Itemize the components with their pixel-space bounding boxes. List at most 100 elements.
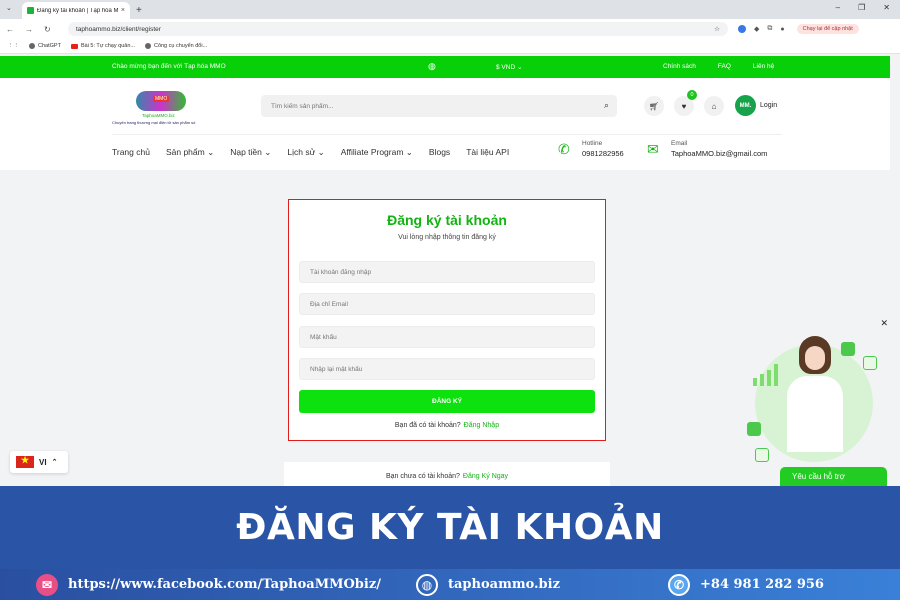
nav-home[interactable]: Trang chủ (112, 147, 150, 158)
language-globe-icon[interactable]: ◍ (428, 61, 436, 72)
hotline-block: ✆ Hotline 0981282956 (558, 140, 624, 158)
footer-phone[interactable]: ✆ +84 981 282 956 (668, 573, 824, 596)
confirm-password-field[interactable] (299, 358, 595, 380)
hotline-label: Hotline (582, 140, 603, 147)
cart-icon[interactable]: 🛒︎ (644, 96, 664, 116)
minimize-icon[interactable]: – (836, 3, 840, 12)
close-icon[interactable]: ✕ (880, 318, 888, 329)
policy-link[interactable]: Chính sách (663, 63, 696, 70)
cart-chip-icon (747, 422, 761, 436)
hotline-value[interactable]: 0981282956 (582, 149, 624, 158)
close-window-icon[interactable]: ✕ (883, 3, 890, 12)
login-link[interactable]: Login (760, 102, 777, 109)
topbar-links: Chính sách FAQ Liên hệ (663, 63, 774, 70)
bookmark-chatgpt[interactable]: ChatGPT (29, 43, 61, 49)
extension-2-icon[interactable]: ◆ (754, 25, 759, 33)
mail-icon: ✉ (36, 573, 58, 596)
browser-tabbar: ⌄ Đăng ký tài khoản | Tạp hóa M... × + –… (0, 0, 900, 19)
chatgpt-icon (29, 43, 35, 49)
nav-blogs[interactable]: Blogs (429, 147, 450, 158)
search-icon[interactable]: ⌕ (604, 100, 609, 111)
bookmarks-bar: ⋮⋮ ChatGPT Bài 5: Tự chạy quản... Công c… (0, 39, 900, 54)
nav-topup[interactable]: Nạp tiền ⌄ (230, 147, 271, 158)
youtube-icon (70, 43, 78, 49)
nav-history[interactable]: Lịch sử ⌄ (287, 147, 324, 158)
email-label: Email (671, 140, 688, 147)
chevron-up-icon: ⌃ (51, 459, 58, 466)
signup-prompt-card: Bạn chưa có tài khoản? Đăng Ký Ngay (284, 462, 610, 486)
footer-facebook[interactable]: ✉ https://www.facebook.com/TaphoaMMObiz/ (36, 573, 381, 596)
bank-icon[interactable]: ⌂ (704, 96, 724, 116)
home-chip-icon (755, 448, 769, 462)
main-nav: Trang chủ Sản phẩm ⌄ Nạp tiền ⌄ Lịch sử … (112, 147, 509, 158)
mail-icon: ✉ (647, 140, 659, 157)
apps-icon[interactable]: ⋮⋮ (8, 43, 19, 49)
restore-icon[interactable]: ❐ (858, 3, 865, 12)
tab-title: Đăng ký tài khoản | Tạp hóa M... (37, 7, 118, 14)
email-block: ✉ Email TaphoaMMO.biz@gmail.com (647, 140, 767, 158)
language-selector[interactable]: VI ⌃ (10, 451, 68, 473)
email-value[interactable]: TaphoaMMO.biz@gmail.com (671, 149, 767, 158)
language-code: VI (39, 457, 47, 467)
footer-bar: ✉ https://www.facebook.com/TaphoaMMObiz/… (0, 569, 900, 600)
login-link-card[interactable]: Đăng Nhập (464, 422, 499, 429)
username-field[interactable] (299, 261, 595, 283)
header-icons: 🛒︎ ♥ 0 ⌂ (644, 90, 724, 116)
contact-link[interactable]: Liên hệ (753, 63, 774, 70)
wishlist-count: 0 (687, 90, 697, 100)
wishlist-icon[interactable]: ♥ 0 (674, 90, 697, 116)
nav-api-docs[interactable]: Tài liệu API (466, 147, 509, 158)
avatar[interactable]: MM. (735, 95, 756, 116)
bookmark-youtube[interactable]: Bài 5: Tự chạy quản... (70, 43, 135, 49)
page-title: Đăng ký tài khoản (387, 212, 507, 228)
faq-link[interactable]: FAQ (718, 63, 731, 70)
signup-link[interactable]: Đăng Ký Ngay (463, 473, 508, 480)
url-bar[interactable]: taphoammo.biz/client/register ☆ (68, 22, 728, 36)
browser-tab[interactable]: Đăng ký tài khoản | Tạp hóa M... × (22, 2, 130, 19)
register-subtitle: Vui lòng nhập thông tin đăng ký (398, 234, 496, 241)
back-icon[interactable]: ← (6, 25, 14, 34)
banner-title: ĐĂNG KÝ TÀI KHOẢN (0, 486, 900, 569)
navigation-buttons: ← → ↻ (6, 25, 66, 34)
reload-icon[interactable]: ↻ (44, 25, 51, 34)
puzzle-icon[interactable]: ⧉ (767, 25, 772, 33)
password-field[interactable] (299, 326, 595, 348)
login-prompt: Bạn đã có tài khoản? Đăng Nhập (394, 422, 500, 429)
site-header: MMO TaphoaMMO.biz Chuyên trang thương mạ… (0, 78, 890, 170)
header-divider (112, 134, 782, 135)
growth-bars-icon (753, 364, 778, 386)
footer-website[interactable]: ◍ taphoammo.biz (416, 573, 560, 596)
search-chip-icon (863, 356, 877, 370)
nav-products[interactable]: Sản phẩm ⌄ (166, 147, 214, 158)
forward-icon[interactable]: → (25, 25, 33, 34)
extensions: ◆ ⧉ ● (738, 25, 785, 33)
logo-name: TaphoaMMO.biz (142, 113, 175, 118)
logo-slogan: Chuyên trang thương mại điện tử sản phẩm… (112, 120, 196, 125)
phone-icon: ✆ (558, 140, 570, 157)
extension-icon[interactable] (738, 25, 746, 33)
support-widget: ✕ Yêu cầu hỗ trợ (745, 318, 888, 487)
tab-list-icon[interactable]: ⌄ (6, 4, 12, 12)
search-box: ⌕ (261, 95, 617, 118)
profile-icon[interactable]: ● (780, 26, 784, 33)
bookmark-converter[interactable]: Công cụ chuyển đổi... (144, 43, 207, 49)
register-button[interactable]: ĐĂNG KÝ (299, 390, 595, 413)
site-logo[interactable]: MMO TaphoaMMO.biz Chuyên trang thương mạ… (112, 91, 212, 127)
logo-image: MMO (136, 91, 186, 111)
bookmark-star-icon[interactable]: ☆ (714, 25, 720, 33)
search-input[interactable] (261, 95, 561, 118)
nav-affiliate[interactable]: Affiliate Program ⌄ (341, 147, 413, 158)
site-favicon-icon (27, 7, 34, 14)
url-text: taphoammo.biz/client/register (76, 25, 161, 33)
close-tab-icon[interactable]: × (121, 7, 125, 14)
email-field[interactable] (299, 293, 595, 315)
support-request-button[interactable]: Yêu cầu hỗ trợ (780, 467, 887, 487)
update-button[interactable]: Chạy lại để cập nhật (796, 24, 859, 34)
new-tab-icon[interactable]: + (136, 5, 142, 16)
window-controls: – ❐ ✕ (836, 3, 890, 12)
welcome-text: Chào mừng bạn đến với Tạp hóa MMO (112, 63, 226, 70)
site-topbar: Chào mừng bạn đến với Tạp hóa MMO ◍ $ VN… (0, 56, 890, 78)
vietnam-flag-icon (16, 455, 34, 468)
currency-selector[interactable]: $ VND ⌄ (496, 63, 522, 71)
address-bar-row: ← → ↻ taphoammo.biz/client/register ☆ ◆ … (0, 19, 900, 39)
